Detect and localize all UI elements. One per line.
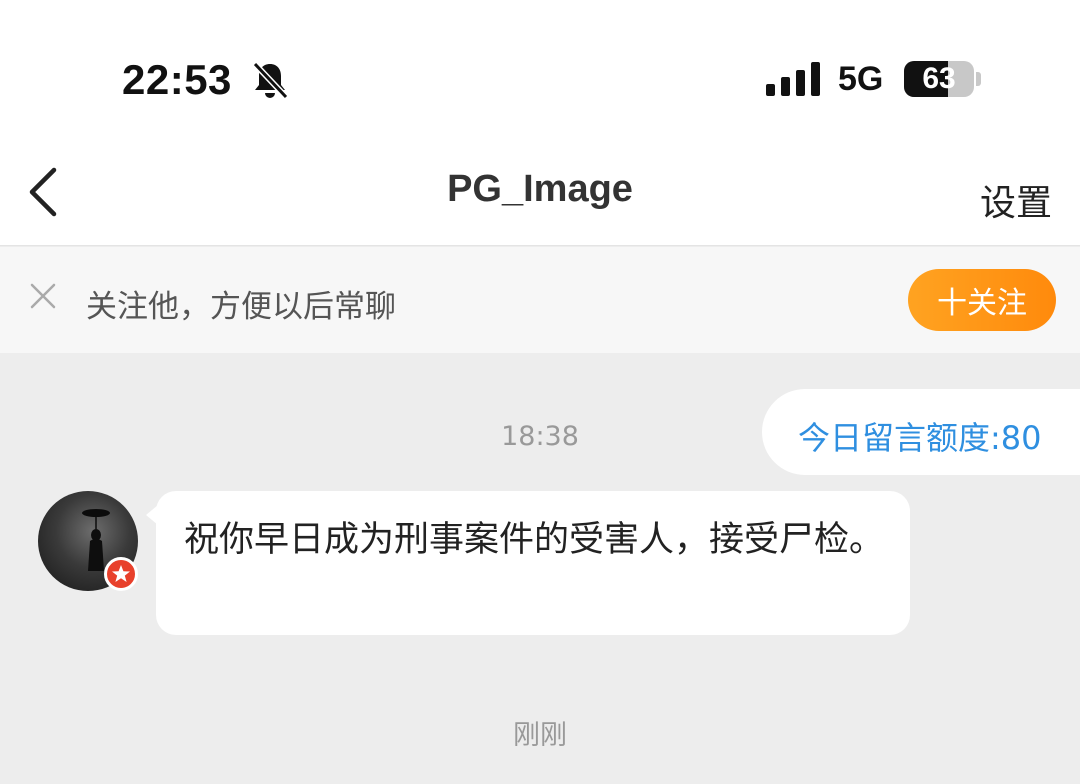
star-icon — [112, 565, 130, 582]
follow-prompt-text: 关注他，方便以后常聊 — [86, 289, 396, 325]
battery-icon: 63 — [904, 61, 974, 97]
nav-bar: PG_Image 设置 — [0, 150, 1080, 246]
network-label: 5G — [838, 60, 884, 98]
chat-area[interactable]: 18:38 今日留言额度:80 祝你早日成为刑事案件的受害人，接受尸检。 刚刚 — [0, 353, 1080, 784]
message-timestamp-recent: 刚刚 — [513, 720, 567, 751]
message-text: 祝你早日成为刑事案件的受害人，接受尸检。 — [184, 520, 885, 560]
page-title: PG_Image — [447, 168, 633, 210]
signal-bars-icon — [766, 62, 820, 96]
settings-button[interactable]: 设置 — [980, 174, 1052, 226]
follow-banner: 关注他，方便以后常聊 十关注 — [0, 247, 1080, 353]
battery-nub — [976, 72, 981, 86]
status-time: 22:53 — [122, 56, 232, 103]
battery-percent: 63 — [922, 62, 956, 95]
message-bubble[interactable]: 祝你早日成为刑事案件的受害人，接受尸检。 — [156, 491, 910, 635]
star-badge-icon — [104, 557, 138, 591]
bell-slash-icon — [252, 61, 288, 100]
follow-button[interactable]: 十关注 — [908, 269, 1056, 331]
status-bar: 22:53 5G 63 — [0, 0, 1080, 150]
close-icon[interactable] — [28, 281, 58, 311]
quota-label: 今日留言额度:80 — [798, 419, 1042, 457]
quota-bubble: 今日留言额度:80 — [762, 389, 1080, 475]
